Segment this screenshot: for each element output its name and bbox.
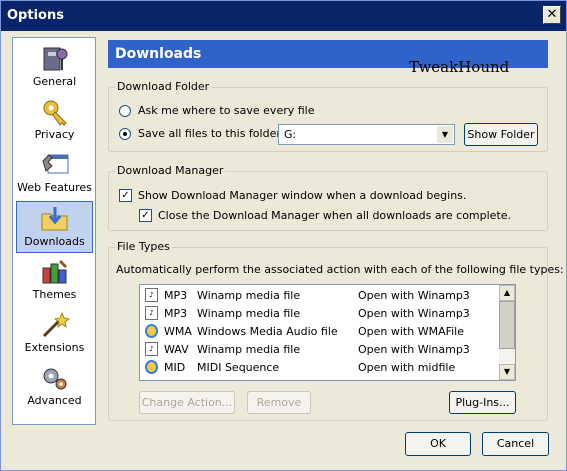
file-ext: WMA [164,325,192,338]
extensions-wand-icon [42,311,70,338]
vertical-scrollbar[interactable]: ▲ ▼ [499,285,515,380]
show-manager-label: Show Download Manager window when a down… [138,189,467,202]
scroll-down-icon[interactable]: ▼ [499,364,515,380]
wma-file-icon [145,324,158,338]
sidebar-item-general[interactable]: General [16,42,93,92]
table-row[interactable]: ♪ MP3 Winamp media file Open with Winamp… [140,286,500,304]
cancel-button[interactable]: Cancel [482,432,549,456]
file-desc: Winamp media file [197,343,301,356]
file-action: Open with midfile [358,361,456,374]
close-manager-label: Close the Download Manager when all down… [158,209,512,222]
file-action: Open with WMAFile [358,325,465,338]
sidebar-item-label: Advanced [27,394,82,407]
scroll-thumb[interactable] [499,301,515,349]
show-manager-checkbox[interactable]: ✓ [119,189,132,202]
table-row[interactable]: ♪ MP3 Winamp media file Open with Winamp… [140,304,500,322]
ask-where-label: Ask me where to save every file [138,104,315,117]
wma-file-icon [145,360,158,374]
group-label: Download Folder [115,80,212,93]
file-desc: Winamp media file [197,289,301,302]
file-types-list[interactable]: ♪ MP3 Winamp media file Open with Winamp… [139,284,516,381]
file-types-description: Automatically perform the associated act… [116,263,564,276]
file-action: Open with Winamp3 [358,343,470,356]
table-row[interactable]: MID MIDI Sequence Open with midfile [140,358,500,376]
sidebar-item-label: Downloads [24,235,85,248]
sidebar-item-themes[interactable]: Themes [16,255,93,305]
save-to-folder-label: Save all files to this folder: [138,127,285,140]
watermark-text: TweakHound [409,58,510,76]
sidebar-item-label: Themes [32,288,77,301]
themes-paint-icon [42,259,67,284]
file-action: Open with Winamp3 [358,289,470,302]
sidebar-item-downloads[interactable]: Downloads [16,201,93,253]
sidebar-item-extensions[interactable]: Extensions [16,308,93,358]
close-button[interactable]: ✕ [543,6,561,24]
file-desc: Windows Media Audio file [197,325,338,338]
show-folder-button[interactable]: Show Folder [464,123,538,146]
group-label: Download Manager [115,164,226,177]
options-window: Options ✕ General Privacy Web Features D… [0,0,567,471]
web-features-icon [41,154,68,174]
sidebar-item-label: Privacy [34,128,75,141]
file-desc: MIDI Sequence [197,361,280,374]
chevron-down-icon[interactable]: ▼ [437,126,453,143]
table-row[interactable]: ♪ WAV Winamp media file Open with Winamp… [140,340,500,358]
category-sidebar: General Privacy Web Features Downloads T… [12,37,96,425]
file-ext: WAV [164,343,189,356]
sidebar-item-advanced[interactable]: Advanced [16,361,93,411]
folder-select-value: G: [284,128,297,141]
folder-select[interactable]: G: ▼ [278,124,455,145]
gears-icon [43,368,66,390]
sidebar-item-label: Extensions [24,341,85,354]
ok-button[interactable]: OK [405,432,471,456]
file-ext: MP3 [164,307,188,320]
file-desc: Winamp media file [197,307,301,320]
sidebar-item-label: General [32,75,77,88]
file-action: Open with Winamp3 [358,307,470,320]
plugins-button[interactable]: Plug-Ins... [449,391,516,414]
group-label: File Types [115,240,172,253]
title-bar[interactable]: Options ✕ [1,1,566,31]
ask-where-radio[interactable] [119,105,131,117]
winamp-file-icon: ♪ [145,306,158,320]
key-icon [43,100,67,126]
remove-button[interactable]: Remove [247,391,311,414]
window-title: Options [7,8,64,23]
file-ext: MID [164,361,186,374]
save-to-folder-radio[interactable] [119,128,131,140]
sidebar-item-label: Web Features [17,181,92,194]
general-settings-icon [43,47,67,71]
winamp-file-icon: ♪ [145,342,158,356]
close-manager-checkbox[interactable]: ✓ [139,209,152,222]
sidebar-item-web-features[interactable]: Web Features [16,148,93,198]
change-action-button[interactable]: Change Action... [139,391,235,414]
table-row[interactable]: WMA Windows Media Audio file Open with W… [140,322,500,340]
file-ext: MP3 [164,289,188,302]
scroll-up-icon[interactable]: ▲ [499,285,515,301]
download-folder-icon [41,207,67,231]
winamp-file-icon: ♪ [145,288,158,302]
sidebar-item-privacy[interactable]: Privacy [16,95,93,145]
